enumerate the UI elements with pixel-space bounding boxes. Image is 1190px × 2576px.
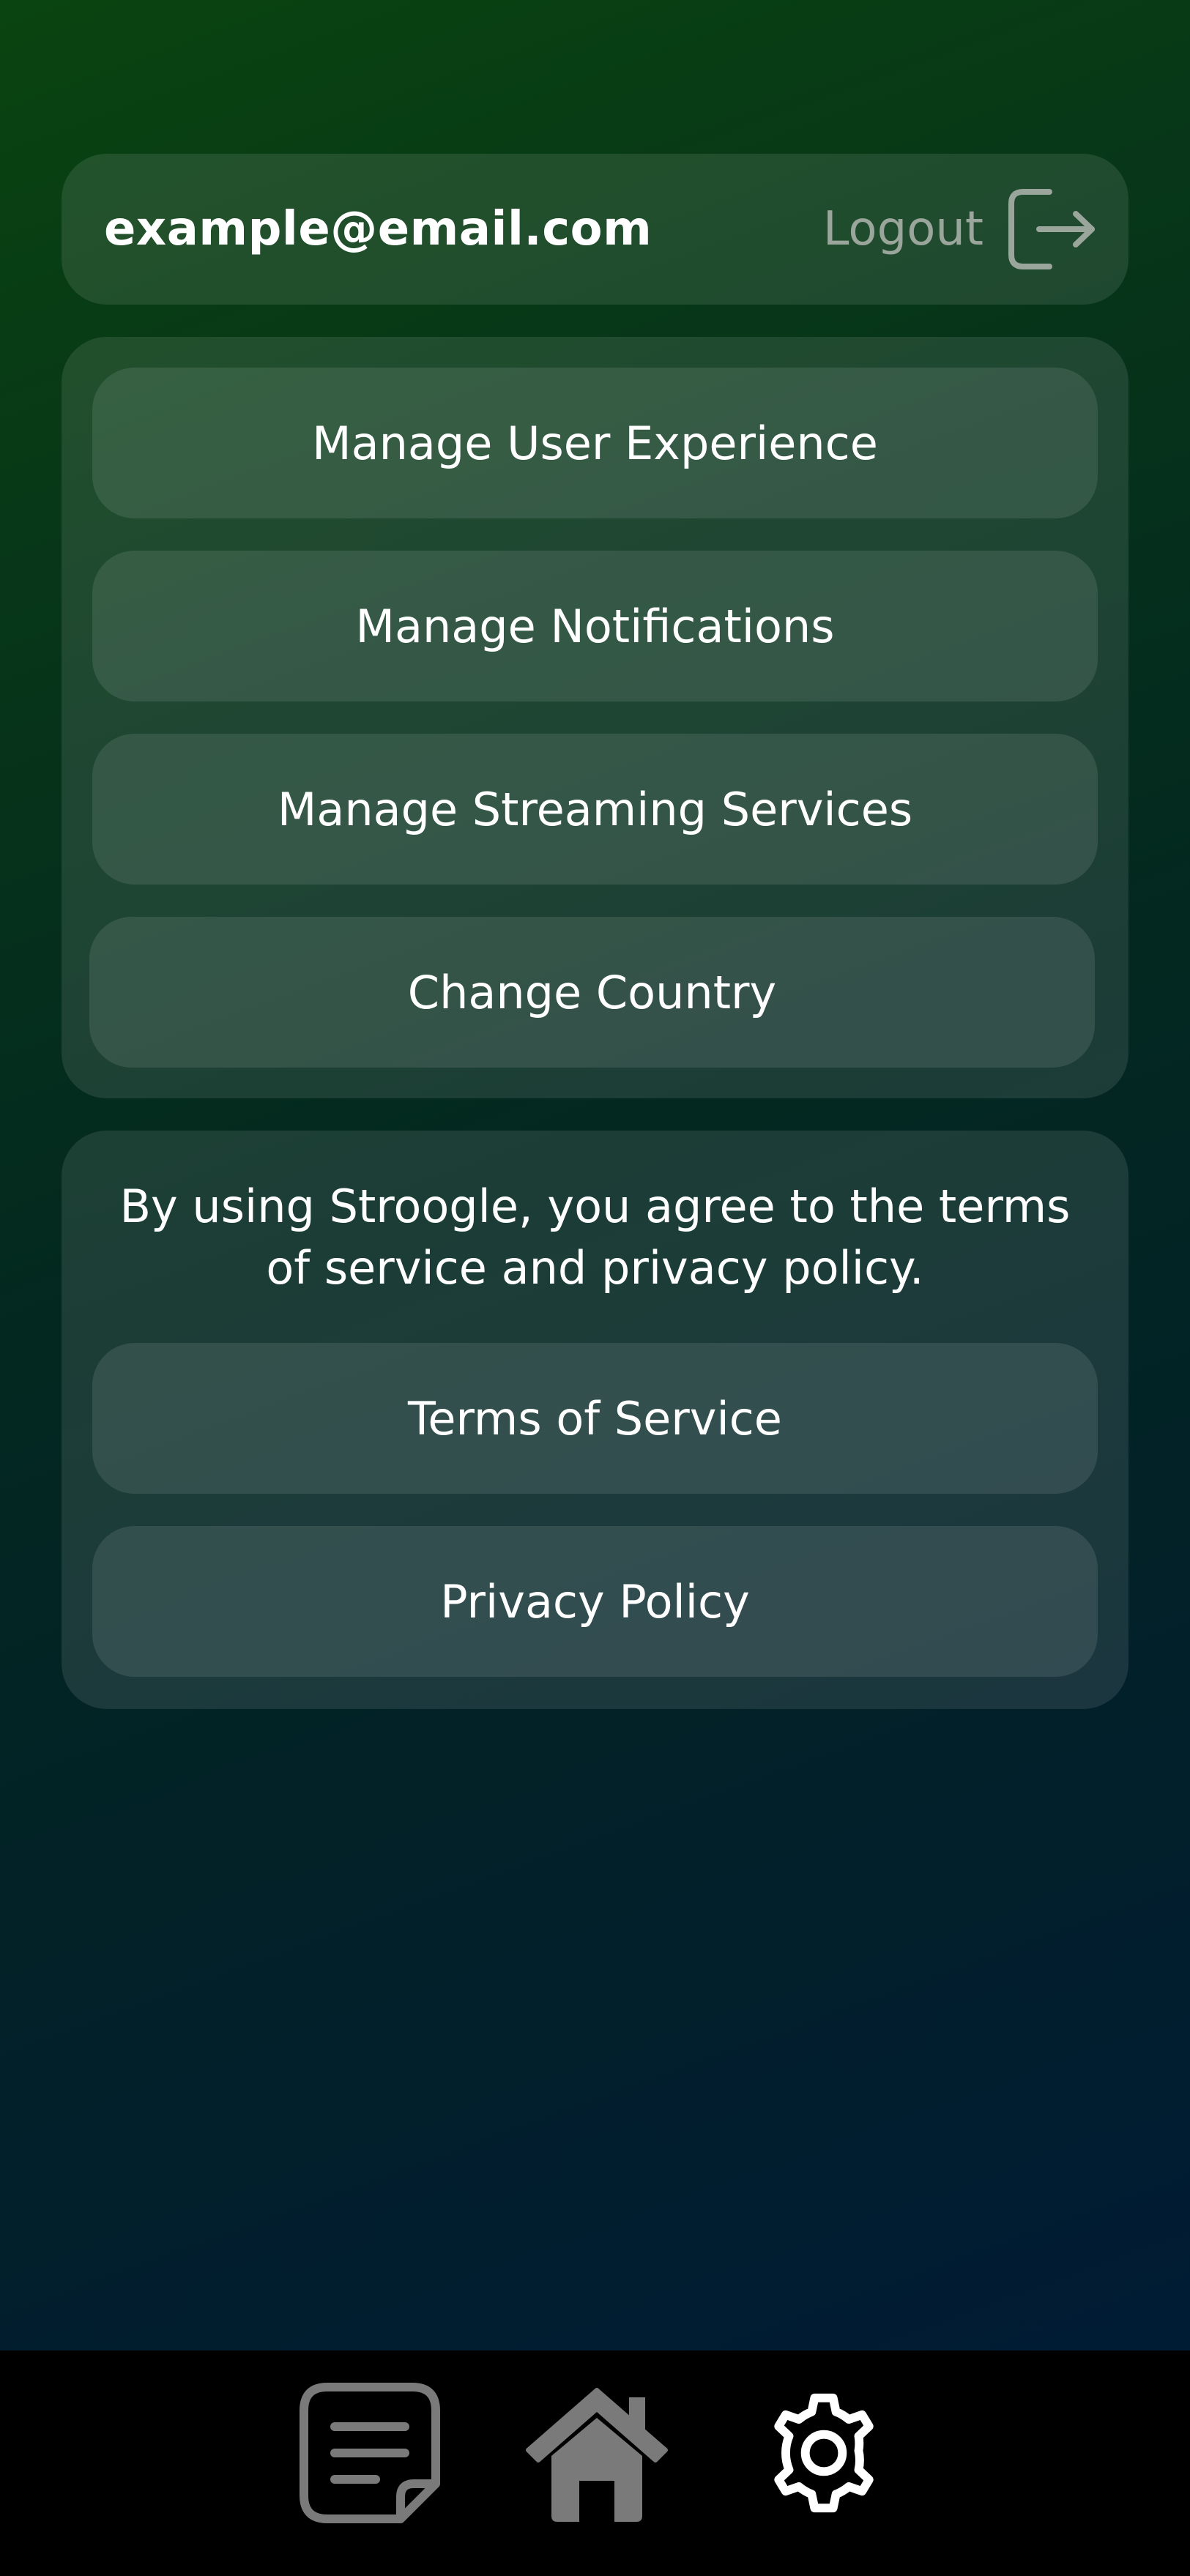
legal-notice: By using Stroogle, you agree to the term… <box>119 1180 1071 1295</box>
logout-label: Logout <box>822 202 983 256</box>
nav-settings-button[interactable] <box>751 2380 897 2526</box>
notes-icon <box>300 2383 440 2523</box>
bottom-nav <box>0 2350 1190 2576</box>
gear-icon <box>774 2393 874 2513</box>
home-icon <box>526 2388 668 2522</box>
manage-user-experience-button[interactable]: Manage User Experience <box>92 368 1098 518</box>
manage-notifications-button[interactable]: Manage Notifications <box>92 551 1098 701</box>
settings-panel: Manage User Experience Manage Notificati… <box>62 337 1128 1098</box>
account-panel: example@email.com Logout <box>62 154 1128 305</box>
logout-button[interactable]: Logout <box>823 179 1098 280</box>
logout-icon <box>1008 189 1095 269</box>
legal-panel: By using Stroogle, you agree to the term… <box>62 1131 1128 1709</box>
nav-notes-button[interactable] <box>297 2380 443 2526</box>
terms-of-service-button[interactable]: Terms of Service <box>92 1343 1098 1494</box>
privacy-policy-button[interactable]: Privacy Policy <box>92 1526 1098 1677</box>
change-country-button[interactable]: Change Country <box>89 917 1095 1068</box>
manage-streaming-services-button[interactable]: Manage Streaming Services <box>92 734 1098 885</box>
nav-home-button[interactable] <box>524 2380 670 2526</box>
account-email: example@email.com <box>104 202 652 256</box>
